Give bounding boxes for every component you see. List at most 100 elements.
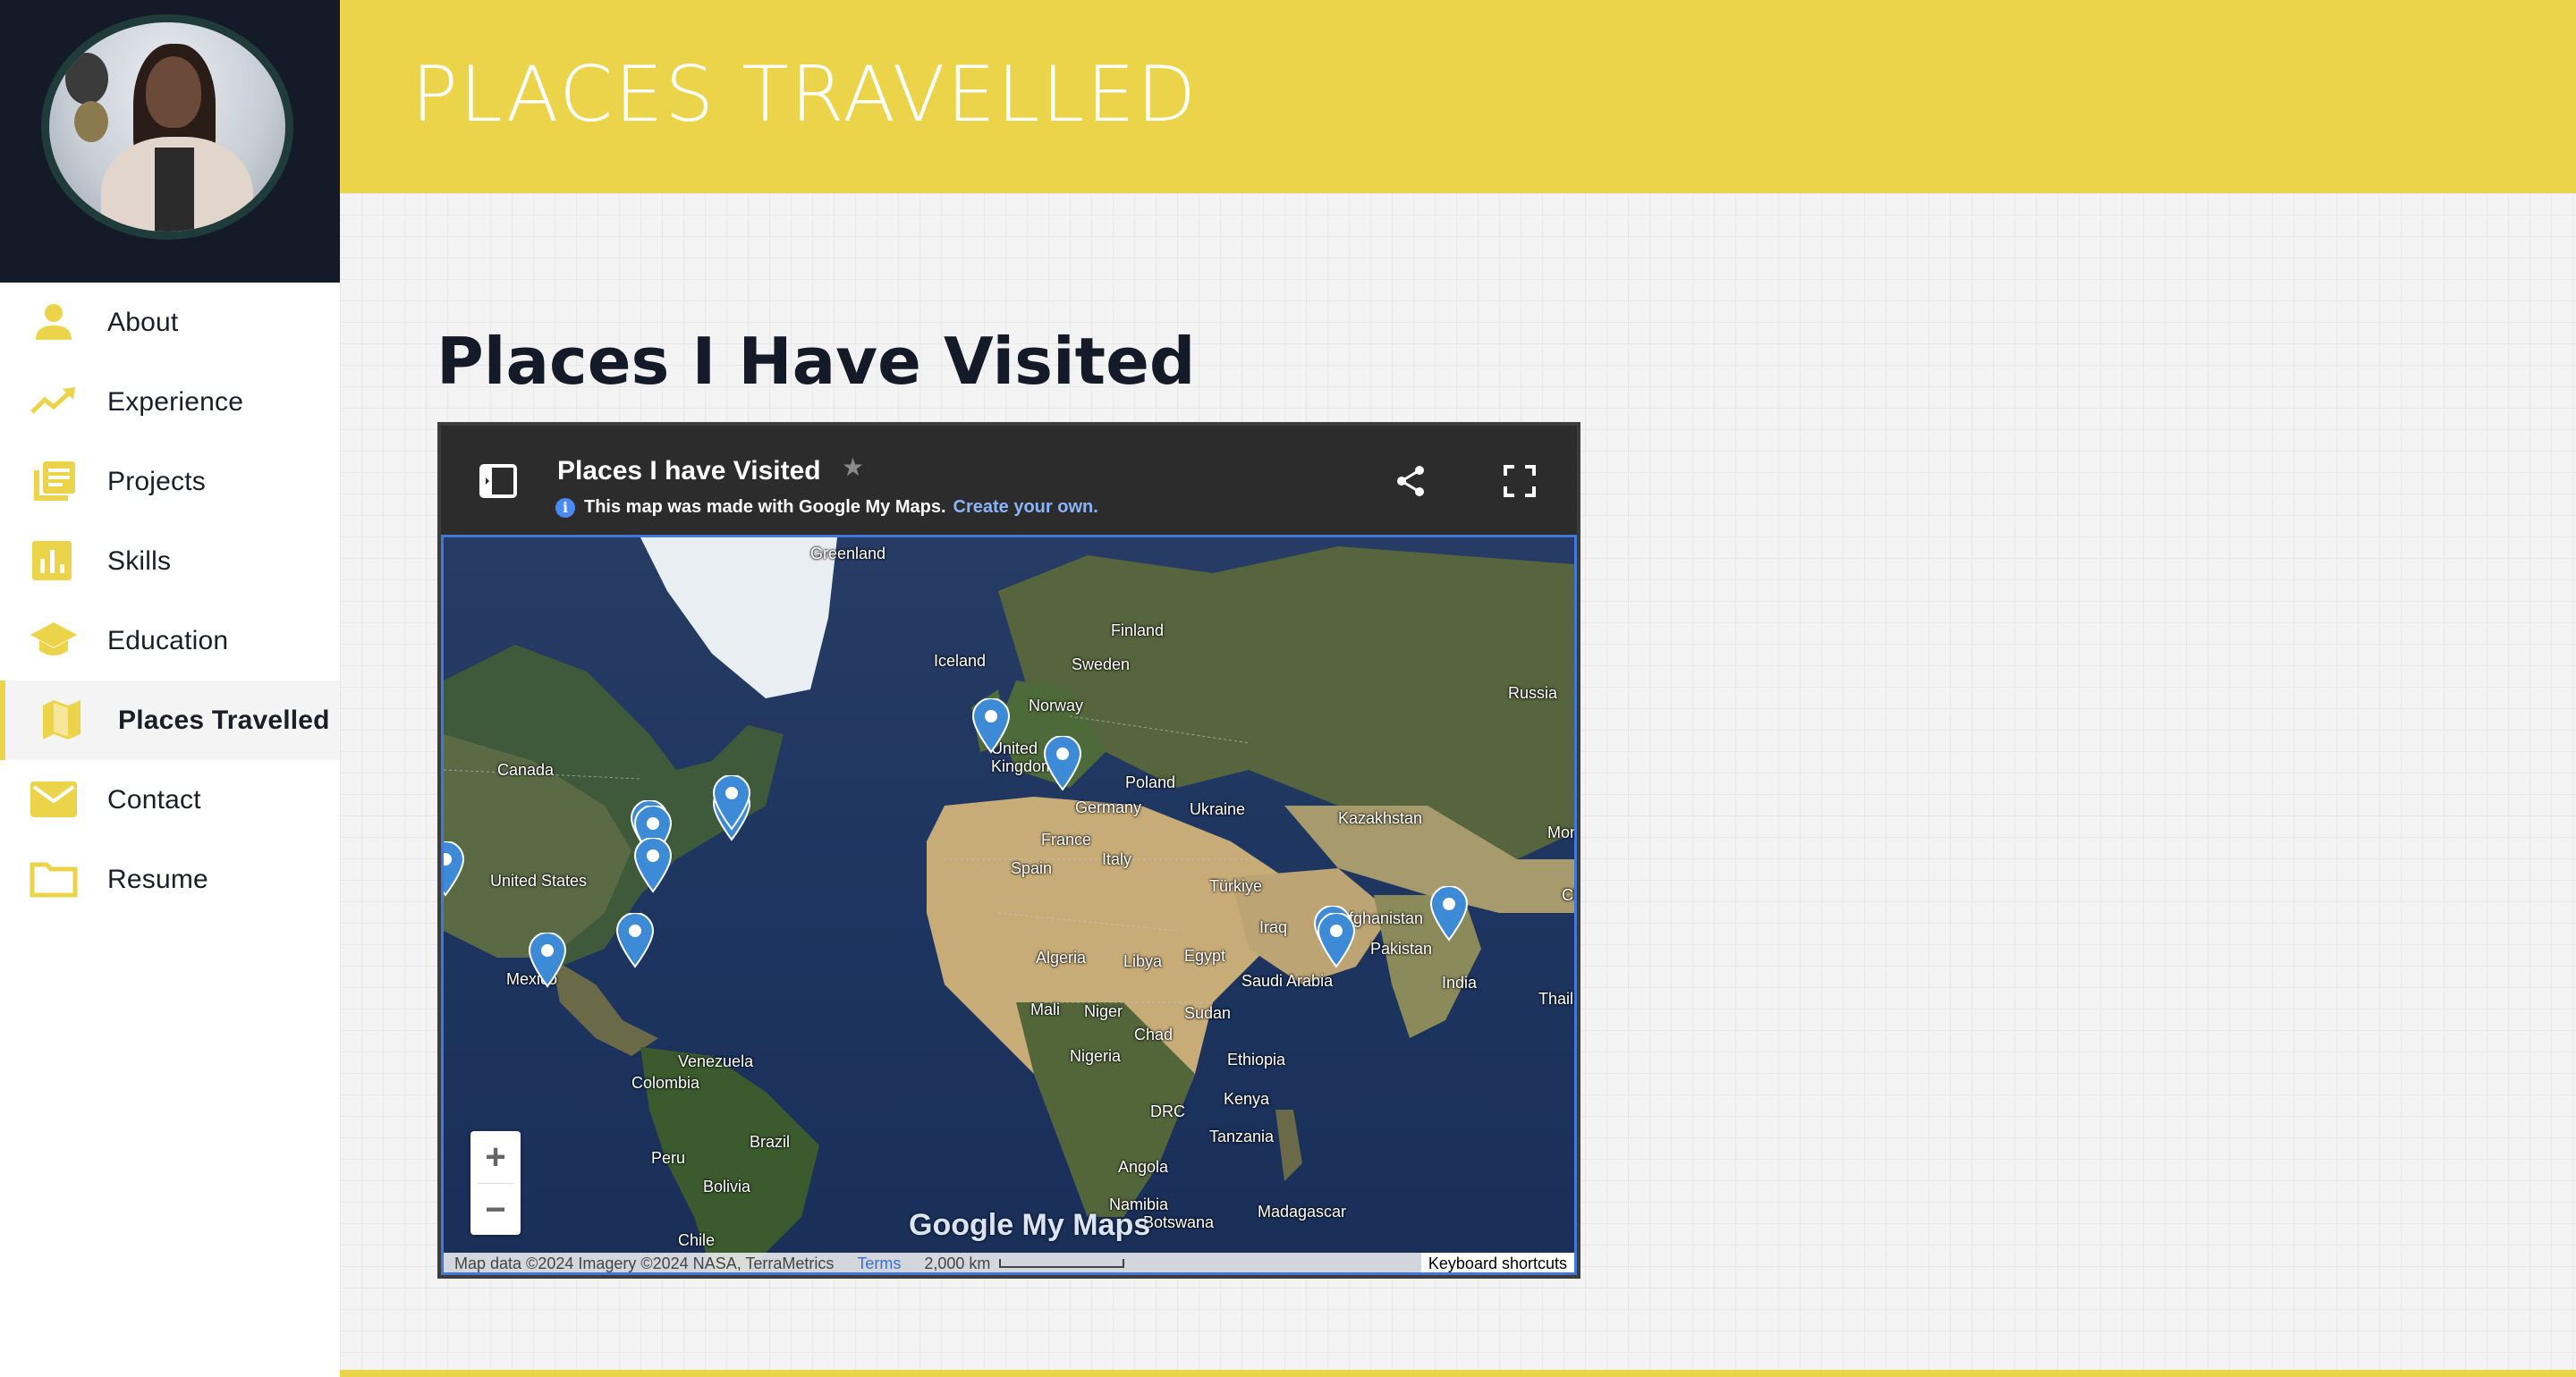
map-label-sweden: Sweden [1072, 655, 1131, 673]
keyboard-shortcuts-button[interactable]: Keyboard shortcuts [1420, 1253, 1574, 1272]
footer-accent-line [340, 1370, 2576, 1377]
map-footer: Map data ©2024 Imagery ©2024 NASA, Terra… [444, 1253, 1574, 1273]
map-label-chad: Chad [1134, 1026, 1174, 1043]
star-icon[interactable]: ★ [842, 452, 864, 482]
avatar [41, 14, 293, 240]
folder-icon [30, 862, 78, 898]
map-label-greenland: Greenland [810, 545, 886, 562]
sidebar-nav: About Experience Projects Skills Educati… [0, 283, 340, 919]
map-icon [43, 700, 80, 739]
info-icon: i [555, 497, 575, 518]
school-icon [30, 622, 77, 655]
map-label-kazakhstan: Kazakhstan [1338, 809, 1423, 827]
satellite-map-image [444, 537, 1574, 1272]
map-label-colombia: Colombia [631, 1074, 700, 1092]
sidebar-item-label: About [107, 307, 179, 337]
sidebar-item-education[interactable]: Education [0, 601, 340, 680]
map-label-peru: Peru [651, 1149, 686, 1167]
map-label-iceland: Iceland [934, 652, 987, 670]
sidebar-item-label: Resume [107, 864, 208, 894]
zoom-out-button[interactable]: − [470, 1184, 521, 1236]
map-label-libya: Libya [1123, 952, 1163, 970]
map-label-nigeria: Nigeria [1070, 1047, 1122, 1065]
map-pin[interactable] [1043, 736, 1082, 791]
sidebar-item-label: Education [107, 625, 229, 655]
library-books-icon [34, 461, 75, 501]
page-header: PLACES TRAVELLED [340, 0, 2576, 193]
sidebar-item-projects[interactable]: Projects [0, 442, 340, 521]
map-pin[interactable] [441, 841, 465, 897]
map-pin[interactable] [528, 933, 567, 988]
sidebar-item-label: Skills [107, 545, 172, 576]
sidebar-item-skills[interactable]: Skills [0, 521, 340, 601]
google-my-maps-logo: Google My Maps [909, 1208, 1151, 1242]
map-label-china: China [1562, 886, 1574, 904]
sidebar-item-places-travelled[interactable]: Places Travelled [0, 680, 340, 760]
map-label-norway: Norway [1029, 697, 1084, 714]
map-label-drc: DRC [1150, 1102, 1185, 1120]
map-label-tanzania: Tanzania [1209, 1128, 1275, 1145]
zoom-control: + − [470, 1131, 521, 1235]
map-label-sudan: Sudan [1184, 1004, 1232, 1022]
map-label-ukraine: Ukraine [1190, 800, 1246, 818]
map-pin[interactable] [633, 838, 673, 893]
sidebar-item-resume[interactable]: Resume [0, 840, 340, 919]
map-label-saudi-arabia: Saudi Arabia [1241, 972, 1334, 990]
map-title: Places I have Visited [557, 456, 821, 486]
map-pin[interactable] [712, 775, 751, 831]
map-label-united-states: United States [490, 872, 588, 890]
map-label-mali: Mali [1030, 1001, 1061, 1018]
map-info-row: i This map was made with Google My Maps.… [555, 497, 1098, 518]
create-your-own-link[interactable]: Create your own. [953, 497, 1098, 518]
map-label-chile: Chile [678, 1231, 716, 1249]
map-label-pakistan: Pakistan [1370, 940, 1433, 958]
map-label-brazil: Brazil [750, 1133, 791, 1151]
map-label-canada: Canada [497, 761, 555, 779]
section-title: Places I Have Visited [436, 324, 1196, 399]
map-info-text: This map was made with Google My Maps. [584, 497, 946, 517]
map-label-italy: Italy [1102, 850, 1132, 868]
sidebar-item-experience[interactable]: Experience [0, 362, 340, 442]
map-attribution: Map data ©2024 Imagery ©2024 NASA, Terra… [454, 1254, 835, 1272]
bar-chart-icon [32, 541, 72, 580]
sidebar-item-label: Projects [107, 466, 206, 496]
map-label-niger: Niger [1084, 1002, 1123, 1020]
person-icon [36, 304, 72, 340]
page-title: PLACES TRAVELLED [411, 50, 1199, 139]
trending-up-icon [30, 387, 75, 414]
map-label-madagascar: Madagascar [1258, 1203, 1347, 1221]
sidebar-item-label: Experience [107, 386, 244, 417]
map-embed: Places I have Visited ★ i This map was m… [437, 422, 1580, 1279]
map-pin[interactable] [1429, 886, 1469, 942]
map-label-venezuela: Venezuela [678, 1052, 754, 1070]
map-label-algeria: Algeria [1036, 949, 1087, 967]
sidebar-item-label: Contact [107, 784, 201, 815]
sidebar-item-contact[interactable]: Contact [0, 760, 340, 840]
map-label-turkiye: Türkiye [1209, 877, 1263, 895]
share-icon[interactable] [1393, 463, 1428, 499]
map-label-botswana: Botswana [1143, 1213, 1215, 1231]
map-label-germany: Germany [1075, 798, 1142, 816]
map-pin[interactable] [615, 913, 655, 968]
map-label-angola: Angola [1118, 1158, 1169, 1176]
map-scale-bar [999, 1259, 1125, 1268]
map-label-ethiopia: Ethiopia [1227, 1051, 1286, 1069]
map-label-russia: Russia [1508, 684, 1558, 702]
fullscreen-icon[interactable] [1502, 463, 1538, 499]
map-pin[interactable] [1317, 913, 1356, 968]
terms-link[interactable]: Terms [857, 1255, 901, 1273]
map-label-iraq: Iraq [1259, 918, 1288, 936]
profile-header [0, 0, 340, 283]
map-label-spain: Spain [1011, 859, 1053, 877]
map-label-finland: Finland [1111, 621, 1165, 639]
sidebar-item-about[interactable]: About [0, 283, 340, 362]
map-pin[interactable] [971, 698, 1011, 754]
map-label-bolivia: Bolivia [703, 1178, 751, 1195]
zoom-in-button[interactable]: + [470, 1131, 521, 1183]
map-label-india: India [1442, 974, 1478, 992]
map-canvas[interactable]: Greenland Iceland Finland Sweden Norway … [441, 535, 1577, 1275]
side-panel-icon[interactable] [479, 463, 518, 499]
map-label-france: France [1041, 831, 1092, 849]
map-label-kenya: Kenya [1224, 1090, 1270, 1108]
map-toolbar: Places I have Visited ★ i This map was m… [441, 426, 1577, 535]
